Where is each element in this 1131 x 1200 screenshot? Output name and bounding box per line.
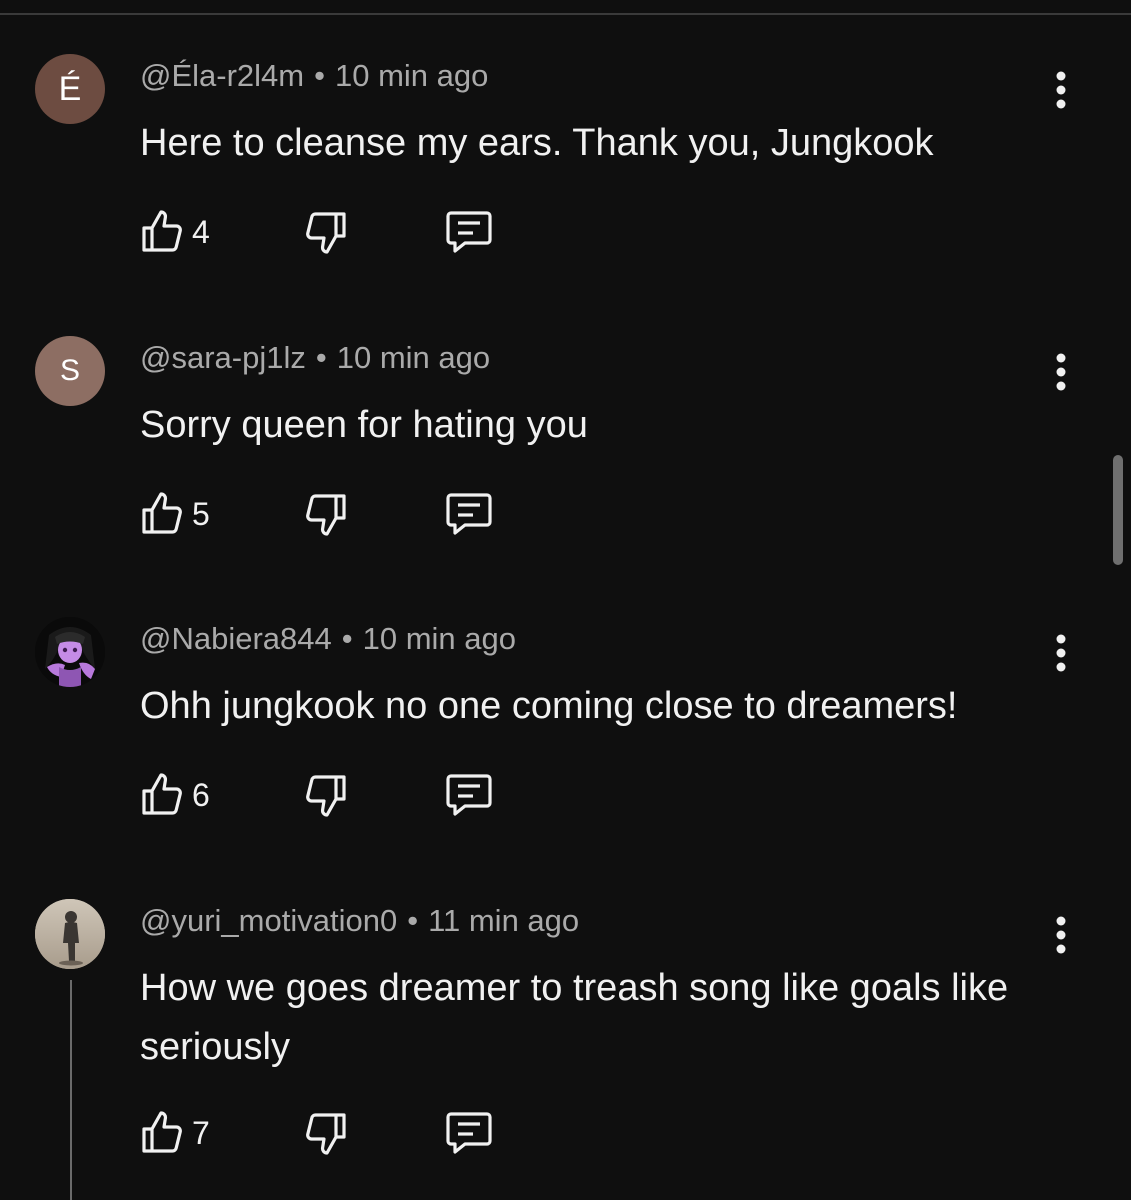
meta-separator: • [341, 621, 353, 656]
thumbs-down-icon [306, 212, 346, 254]
like-button[interactable]: 7 [138, 1108, 210, 1158]
avatar[interactable]: É [35, 54, 105, 124]
comment-text: Ohh jungkook no one coming close to drea… [140, 685, 958, 727]
more-options-button[interactable] [1046, 913, 1076, 957]
reply-comment-icon [446, 211, 492, 253]
reply-comment-icon [446, 1112, 492, 1154]
more-options-button[interactable] [1046, 350, 1076, 394]
scrollbar-thumb[interactable] [1113, 455, 1123, 565]
avatar[interactable] [35, 617, 105, 687]
thumbs-down-icon [306, 494, 346, 536]
reply-comment-icon [446, 493, 492, 535]
comment-actions: 5 [138, 489, 558, 539]
comment-time[interactable]: 11 min ago [428, 903, 579, 938]
meta-separator: • [407, 903, 419, 938]
avatar-image-anime-girl [35, 617, 105, 687]
more-vertical-icon [1056, 634, 1066, 672]
reply-button[interactable] [443, 489, 495, 539]
reply-thread-line [70, 980, 72, 1200]
more-options-button[interactable] [1046, 68, 1076, 112]
comment-author[interactable]: @Éla-r2l4m [140, 58, 304, 93]
thumbs-down-icon [306, 1113, 346, 1155]
reply-button[interactable] [443, 1108, 495, 1158]
avatar[interactable] [35, 899, 105, 969]
thumbs-down-icon [306, 775, 346, 817]
like-count: 6 [192, 776, 210, 813]
comment-meta: @Nabiera844 • 10 min ago [140, 621, 516, 657]
thumbs-up-icon [142, 1111, 182, 1153]
like-button[interactable]: 5 [138, 489, 210, 539]
thumbs-up-icon [142, 773, 182, 815]
comment-author[interactable]: @yuri_motivation0 [140, 903, 397, 938]
like-button[interactable]: 6 [138, 770, 210, 820]
top-divider [0, 0, 1131, 15]
thumbs-up-icon [142, 492, 182, 534]
comment-actions: 4 [138, 207, 558, 257]
comment-author[interactable]: @sara-pj1lz [140, 340, 306, 375]
like-count: 7 [192, 1114, 210, 1151]
more-vertical-icon [1056, 353, 1066, 391]
comment-actions: 6 [138, 770, 558, 820]
comment-text: Sorry queen for hating you [140, 404, 588, 446]
like-button[interactable]: 4 [138, 207, 210, 257]
comment-meta: @yuri_motivation0 • 11 min ago [140, 903, 579, 939]
comment-text: How we goes dreamer to treash song like … [140, 967, 1009, 1068]
more-vertical-icon [1056, 71, 1066, 109]
avatar[interactable]: S [35, 336, 105, 406]
reply-button[interactable] [443, 207, 495, 257]
dislike-button[interactable] [302, 207, 350, 257]
avatar-letter: S [59, 354, 80, 387]
dislike-button[interactable] [302, 489, 350, 539]
comment-time[interactable]: 10 min ago [335, 58, 488, 93]
meta-separator: • [314, 58, 325, 93]
comment-meta: @sara-pj1lz • 10 min ago [140, 340, 490, 376]
more-vertical-icon [1056, 916, 1066, 954]
meta-separator: • [315, 340, 327, 375]
reply-button[interactable] [443, 770, 495, 820]
comment-time[interactable]: 10 min ago [337, 340, 490, 375]
like-count: 5 [192, 495, 210, 532]
comment-time[interactable]: 10 min ago [363, 621, 516, 656]
comment-author[interactable]: @Nabiera844 [140, 621, 332, 656]
like-count: 4 [192, 213, 210, 250]
comment-actions: 7 [138, 1108, 558, 1158]
dislike-button[interactable] [302, 1108, 350, 1158]
avatar-image-silhouette [35, 899, 105, 969]
comment-meta: @Éla-r2l4m • 10 min ago [140, 58, 488, 94]
dislike-button[interactable] [302, 770, 350, 820]
more-options-button[interactable] [1046, 631, 1076, 675]
reply-comment-icon [446, 774, 492, 816]
thumbs-up-icon [142, 210, 182, 252]
comment-text: Here to cleanse my ears. Thank you, Jung… [140, 122, 934, 164]
avatar-letter: É [58, 69, 82, 108]
